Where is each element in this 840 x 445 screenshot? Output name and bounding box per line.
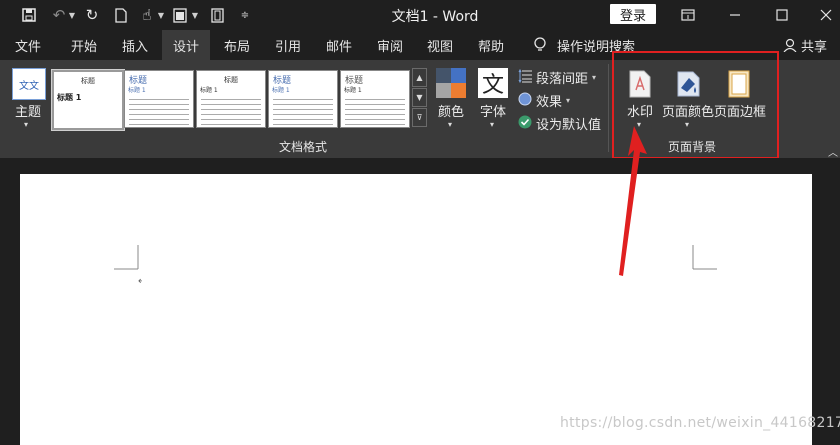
style-thumbnail-heading: 标题 1 bbox=[272, 87, 290, 94]
theme-icon[interactable]: 文文 bbox=[12, 68, 46, 100]
margin-corner-marks-right bbox=[692, 245, 717, 270]
colors-button-label[interactable]: 颜色 bbox=[432, 101, 470, 120]
annotation-arrow bbox=[619, 126, 647, 276]
style-thumbnail[interactable]: 标题 标题 1 bbox=[124, 70, 194, 128]
style-thumbnail-title: 标题 bbox=[224, 76, 238, 84]
paragraph-spacing-button[interactable]: 段落间距 ▾ bbox=[518, 68, 596, 87]
tab-insert[interactable]: 插入 bbox=[113, 30, 157, 60]
source-watermark: https://blog.csdn.net/weixin_44168217 bbox=[560, 415, 840, 431]
color-palette-icon[interactable] bbox=[436, 68, 466, 98]
effects-dropdown-icon: ▾ bbox=[566, 96, 571, 105]
style-thumbnail[interactable]: 标题 标题 1 bbox=[268, 70, 338, 128]
login-button[interactable]: 登录 bbox=[610, 4, 656, 24]
set-as-default-button[interactable]: 设为默认值 bbox=[518, 114, 601, 133]
fonts-dropdown-icon[interactable]: ▾ bbox=[490, 120, 494, 129]
undo-icon[interactable]: ↶ bbox=[48, 0, 70, 30]
tab-help[interactable]: 帮助 bbox=[469, 30, 513, 60]
style-thumbnail-heading: 标题 1 bbox=[344, 87, 362, 94]
style-thumbnail-heading: 标题 1 bbox=[200, 87, 218, 94]
style-thumbnail-text-lines bbox=[345, 97, 405, 127]
style-gallery-scrollbar: ▲ ▼ ⊽ bbox=[412, 68, 427, 128]
effects-label: 效果 bbox=[536, 95, 563, 110]
set-as-default-label: 设为默认值 bbox=[536, 118, 602, 133]
gallery-up-icon[interactable]: ▲ bbox=[412, 68, 427, 87]
tab-review[interactable]: 审阅 bbox=[368, 30, 412, 60]
tab-view[interactable]: 视图 bbox=[418, 30, 462, 60]
undo-dropdown-icon[interactable]: ▼ bbox=[68, 0, 76, 30]
tab-references[interactable]: 引用 bbox=[266, 30, 310, 60]
tab-layout[interactable]: 布局 bbox=[215, 30, 259, 60]
svg-text:↵: ↵ bbox=[138, 276, 142, 285]
style-thumbnail[interactable]: 标题 标题 1 bbox=[340, 70, 410, 128]
tab-file[interactable]: 文件 bbox=[6, 30, 50, 60]
collapse-ribbon-icon[interactable]: ︿ bbox=[828, 144, 838, 159]
ribbon-display-options-icon[interactable] bbox=[668, 0, 708, 30]
share-button[interactable]: 共享 bbox=[798, 30, 830, 60]
paragraph-spacing-icon bbox=[518, 68, 532, 87]
tab-home[interactable]: 开始 bbox=[62, 30, 106, 60]
style-thumbnail-text-lines bbox=[201, 97, 261, 127]
gallery-down-icon[interactable]: ▼ bbox=[412, 88, 427, 107]
paragraph-spacing-label: 段落间距 bbox=[536, 72, 589, 87]
checkbox-icon[interactable] bbox=[171, 0, 189, 30]
paragraph-spacing-dropdown-icon: ▾ bbox=[592, 73, 597, 82]
maximize-icon[interactable] bbox=[762, 0, 802, 30]
gallery-more-icon[interactable]: ⊽ bbox=[412, 108, 427, 127]
colors-dropdown-icon[interactable]: ▾ bbox=[448, 120, 452, 129]
touch-mode-dropdown-icon[interactable]: ▼ bbox=[157, 0, 165, 30]
group-label-document-format: 文档格式 bbox=[278, 140, 327, 154]
close-icon[interactable] bbox=[806, 0, 840, 30]
effects-button[interactable]: 效果 ▾ bbox=[518, 91, 570, 110]
customize-quick-access-icon[interactable]: ≑ bbox=[238, 0, 252, 30]
touch-mode-icon[interactable]: ☝ bbox=[137, 0, 157, 30]
font-icon[interactable]: 文 bbox=[478, 68, 508, 98]
user-icon bbox=[782, 30, 798, 60]
tab-design[interactable]: 设计 bbox=[162, 30, 210, 60]
theme-button-label[interactable]: 主题 bbox=[10, 101, 46, 120]
checkbox-dropdown-icon[interactable]: ▼ bbox=[191, 0, 199, 30]
style-thumbnail[interactable]: 标题 标题 1 bbox=[196, 70, 266, 128]
style-thumbnail-heading: 标题 1 bbox=[57, 93, 82, 102]
new-document-icon[interactable] bbox=[111, 0, 131, 30]
style-thumbnail[interactable]: 标题 标题 1 bbox=[51, 69, 125, 131]
fonts-button-label[interactable]: 字体 bbox=[474, 101, 512, 120]
style-thumbnail-heading: 标题 1 bbox=[128, 87, 146, 94]
theme-dropdown-icon[interactable]: ▾ bbox=[24, 120, 28, 129]
checkmark-icon bbox=[518, 115, 532, 133]
group-divider bbox=[608, 64, 609, 152]
window-title: 文档1 - Word bbox=[391, 9, 479, 25]
document-page[interactable] bbox=[20, 174, 812, 445]
style-thumbnail-text-lines bbox=[129, 97, 189, 127]
style-thumbnail-title: 标题 bbox=[81, 77, 95, 85]
margin-corner-marks: ↵ bbox=[114, 245, 142, 285]
lightbulb-icon bbox=[530, 30, 550, 60]
tab-mailings[interactable]: 邮件 bbox=[317, 30, 361, 60]
save-icon[interactable] bbox=[18, 0, 40, 30]
style-thumbnail-text-lines bbox=[273, 97, 333, 127]
page-icon[interactable] bbox=[208, 0, 226, 30]
effects-icon bbox=[518, 92, 532, 110]
minimize-icon[interactable] bbox=[715, 0, 755, 30]
redo-icon[interactable]: ↻ bbox=[82, 0, 102, 30]
